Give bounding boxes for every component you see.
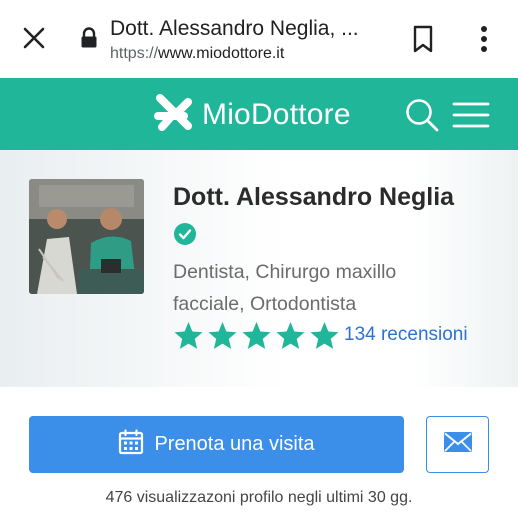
specialties-line-1: Dentista, Chirurgo maxillo	[173, 261, 397, 283]
menu-icon[interactable]	[452, 100, 490, 130]
rating-stars	[172, 320, 342, 352]
browser-toolbar: Dott. Alessandro Neglia, ... https://www…	[0, 0, 518, 78]
doctor-profile: Dott. Alessandro Neglia Dentista, Chirur…	[0, 150, 518, 387]
specialties-line-2: facciale, Ortodontista	[173, 293, 357, 315]
url-bar[interactable]: https://www.miodottore.it	[110, 45, 284, 63]
book-visit-label: Prenota una visita	[154, 433, 315, 455]
star-icon	[208, 322, 237, 349]
star-icon	[174, 322, 203, 349]
doctor-photo	[29, 179, 144, 294]
star-icon	[242, 322, 271, 349]
lock-icon	[80, 27, 98, 49]
star-icon	[310, 322, 339, 349]
doctor-name: Dott. Alessandro Neglia	[173, 183, 455, 211]
mail-icon	[443, 431, 473, 458]
book-visit-button[interactable]: Prenota una visita	[29, 416, 404, 473]
message-button[interactable]	[426, 416, 489, 473]
bookmark-icon[interactable]	[410, 24, 436, 54]
search-icon[interactable]	[404, 97, 440, 133]
page-title: Dott. Alessandro Neglia, ...	[110, 17, 359, 40]
star-icon	[276, 322, 305, 349]
url-host: www.miodottore.it	[158, 45, 285, 62]
calendar-icon	[118, 429, 144, 460]
doctor-specialties: Dentista, Chirurgo maxillo facciale, Ort…	[173, 256, 503, 320]
brand-logo[interactable]: MioDottore	[154, 93, 351, 137]
url-scheme: https://	[110, 45, 159, 62]
brand-name: MioDottore	[202, 98, 351, 131]
profile-views-text: 476 visualizzazoni profilo negli ultimi …	[105, 489, 413, 506]
site-header: MioDottore	[0, 78, 518, 150]
logo-icon	[154, 93, 194, 137]
verified-icon	[174, 223, 196, 245]
more-vert-icon[interactable]	[474, 24, 494, 54]
close-icon[interactable]	[20, 24, 48, 52]
reviews-link[interactable]: 134 recensioni	[344, 324, 468, 346]
